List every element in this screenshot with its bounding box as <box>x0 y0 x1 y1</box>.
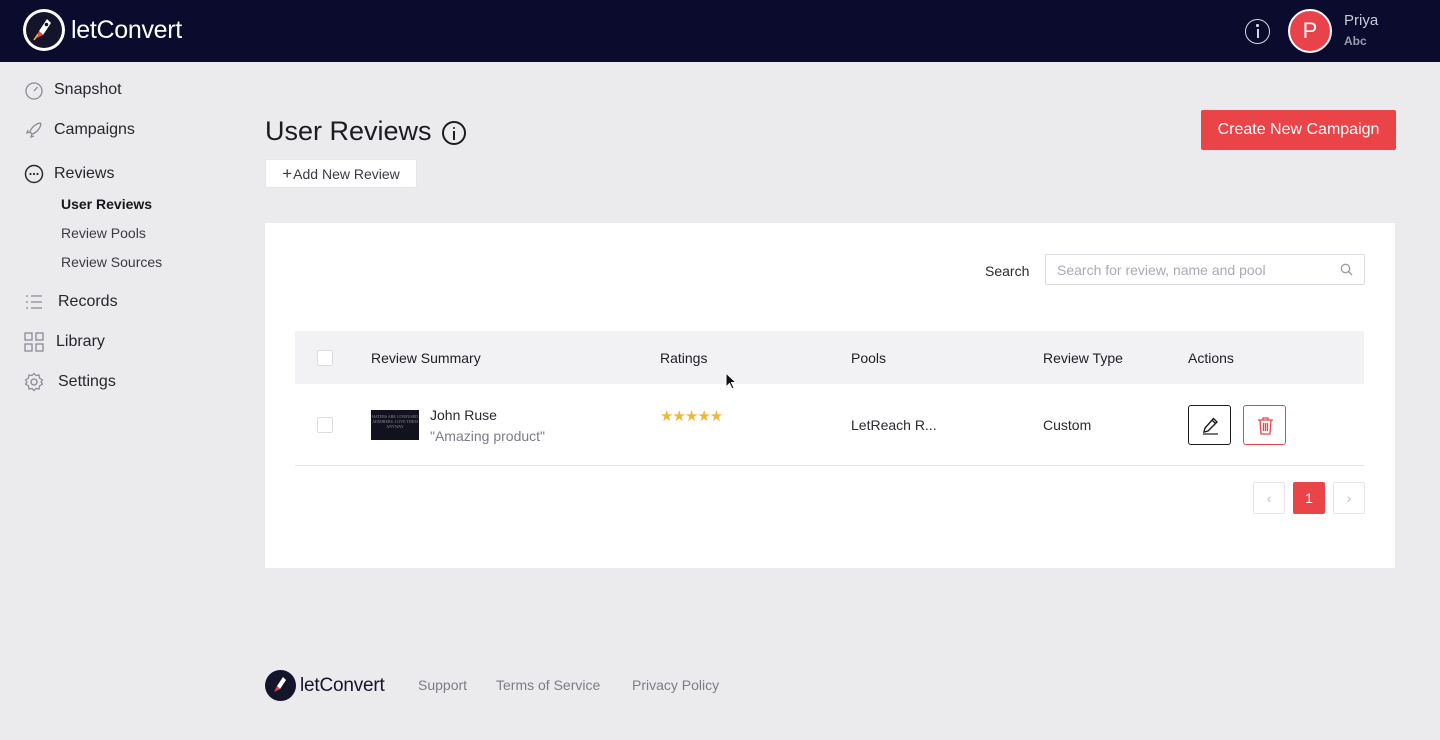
sidebar-item-label: Records <box>58 293 118 310</box>
sidebar-item-library[interactable]: Library <box>24 332 105 352</box>
sidebar-item-label: Library <box>56 333 105 350</box>
rocket-icon <box>24 120 44 140</box>
chat-bubble-icon <box>24 164 44 184</box>
column-header-ratings[interactable]: Ratings <box>660 350 707 366</box>
gear-icon <box>24 372 44 392</box>
sidebar-subitem-review-pools[interactable]: Review Pools <box>61 225 146 241</box>
brand-logo[interactable]: letConvert <box>23 9 182 51</box>
row-checkbox[interactable] <box>317 417 333 433</box>
add-new-review-label: Add New Review <box>293 165 400 182</box>
sidebar-item-records[interactable]: Records <box>24 292 118 312</box>
top-bar: letConvert P Priya Abc <box>0 0 1440 62</box>
sidebar-item-snapshot[interactable]: Snapshot <box>24 80 122 100</box>
rocket-logo-icon <box>265 670 296 701</box>
avatar[interactable]: P <box>1288 9 1332 53</box>
search-icon[interactable] <box>1340 263 1353 276</box>
search-label: Search <box>985 263 1030 279</box>
column-header-review-type[interactable]: Review Type <box>1043 350 1123 366</box>
footer-link-support[interactable]: Support <box>418 677 467 693</box>
select-all-checkbox[interactable] <box>317 350 333 366</box>
footer-brand-name: letConvert <box>300 674 385 696</box>
plus-icon: + <box>282 163 293 183</box>
pencil-icon <box>1203 417 1218 435</box>
footer-link-privacy[interactable]: Privacy Policy <box>632 677 719 693</box>
row-divider <box>295 465 1364 466</box>
reviewer-name: John Ruse <box>430 407 497 423</box>
review-quote: "Amazing product" <box>430 428 545 444</box>
sidebar-item-label: Settings <box>58 373 116 390</box>
create-new-campaign-button[interactable]: Create New Campaign <box>1201 110 1396 150</box>
brand-name: letConvert <box>71 15 182 44</box>
search-input[interactable] <box>1045 254 1365 285</box>
mouse-cursor-icon <box>725 372 738 390</box>
page-title: User Reviews <box>265 116 432 146</box>
delete-button[interactable] <box>1243 405 1286 445</box>
review-thumbnail: HATERS ARE CONFUSED ADMIRERS. LOVE THEM … <box>371 410 419 440</box>
sidebar-item-label: Reviews <box>54 165 115 182</box>
gauge-icon <box>24 80 44 100</box>
column-header-pools[interactable]: Pools <box>851 350 886 366</box>
sidebar-item-campaigns[interactable]: Campaigns <box>24 120 135 140</box>
column-header-review-summary[interactable]: Review Summary <box>371 350 481 366</box>
sidebar-subitem-review-sources[interactable]: Review Sources <box>61 254 162 270</box>
pagination-prev-button[interactable]: ‹ <box>1253 482 1285 514</box>
grid-icon <box>24 332 44 352</box>
info-icon[interactable] <box>1245 19 1270 44</box>
user-org: Abc <box>1344 34 1367 48</box>
footer-link-terms[interactable]: Terms of Service <box>496 677 600 693</box>
sidebar-item-reviews[interactable]: Reviews <box>24 164 114 184</box>
add-new-review-button[interactable]: + Add New Review <box>265 159 417 188</box>
user-name[interactable]: Priya <box>1344 12 1378 29</box>
review-type: Custom <box>1043 417 1092 433</box>
sidebar-item-settings[interactable]: Settings <box>24 372 116 392</box>
sidebar-subitem-user-reviews[interactable]: User Reviews <box>61 196 152 212</box>
review-pool: LetReach R... <box>851 417 937 433</box>
rocket-logo-icon <box>23 9 65 51</box>
edit-button[interactable] <box>1188 405 1231 445</box>
pagination-next-button[interactable]: › <box>1333 482 1365 514</box>
sidebar-item-label: Snapshot <box>54 81 122 98</box>
trash-icon <box>1258 417 1273 435</box>
footer-logo[interactable]: letConvert <box>265 670 385 701</box>
info-icon[interactable] <box>442 121 466 145</box>
rating-stars: ★★★★★ <box>660 408 723 425</box>
sidebar-item-label: Campaigns <box>54 121 135 138</box>
pagination-page-1[interactable]: 1 <box>1293 482 1325 514</box>
list-icon <box>24 292 44 312</box>
column-header-actions: Actions <box>1188 350 1234 366</box>
